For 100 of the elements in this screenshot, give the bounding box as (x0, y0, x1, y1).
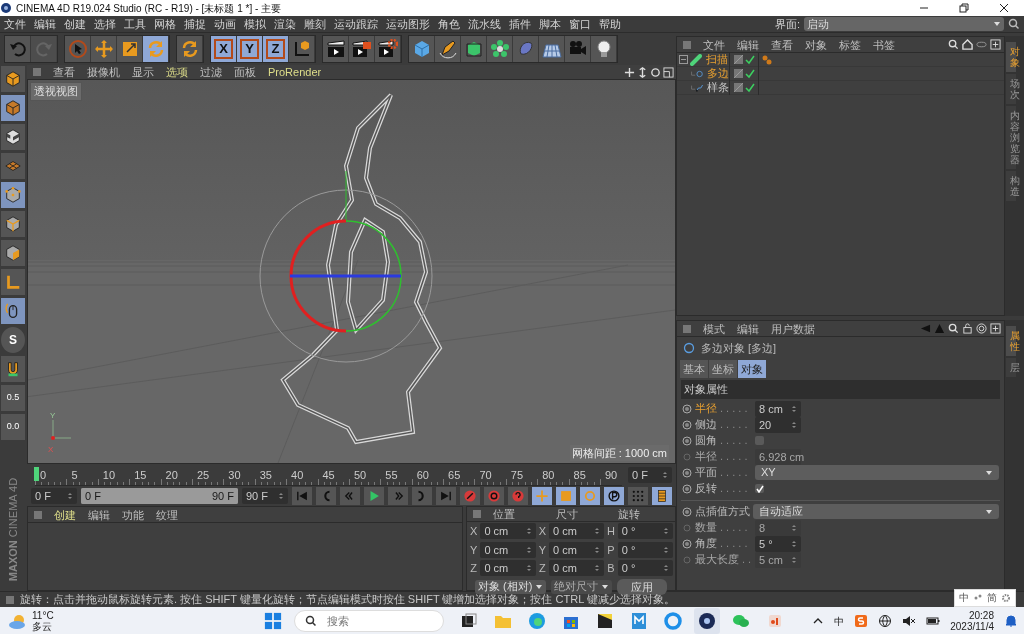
subdivision-button[interactable] (461, 36, 487, 62)
step-forward-button[interactable] (388, 487, 408, 505)
points-button[interactable] (1, 182, 25, 208)
menu-item[interactable]: 网格 (150, 16, 180, 32)
grip-handle-icon[interactable] (473, 510, 481, 518)
orbit-view-icon[interactable] (650, 66, 661, 78)
playhead[interactable] (34, 466, 39, 481)
coordinates-button[interactable] (289, 36, 315, 62)
model-button[interactable] (1, 95, 25, 121)
menu-item[interactable]: 捕捉 (180, 16, 210, 32)
checkbox[interactable] (755, 484, 764, 493)
grip-handle-icon[interactable] (33, 68, 41, 76)
keyframe-radio-icon[interactable] (682, 403, 692, 414)
zoom-view-icon[interactable] (637, 66, 648, 78)
rotate-button[interactable] (143, 36, 169, 62)
target-icon[interactable] (976, 323, 987, 334)
new-panel-icon[interactable] (990, 39, 1001, 50)
menu-item[interactable]: 雕刻 (300, 16, 330, 32)
attribute-menu-item[interactable]: 用户数据 (765, 321, 821, 336)
grip-handle-icon[interactable] (34, 510, 42, 519)
keyframe-radio-icon[interactable] (682, 419, 692, 430)
pen-button[interactable] (435, 36, 461, 62)
object-menu-item[interactable]: 编辑 (731, 37, 765, 52)
search-icon[interactable] (948, 39, 959, 50)
play-button[interactable] (364, 487, 384, 505)
coordinate-field[interactable]: 0 cm (480, 541, 536, 558)
grip-handle-icon[interactable] (683, 324, 691, 333)
viewport-menu-item[interactable]: 摄像机 (81, 65, 126, 79)
menu-item[interactable]: 文件 (0, 16, 30, 32)
viewport-menu-item[interactable]: 面板 (228, 65, 262, 79)
menu-item[interactable]: 选择 (90, 16, 120, 32)
grip-handle-icon[interactable] (6, 595, 14, 604)
object-menu-item[interactable]: 书签 (867, 37, 901, 52)
coordinate-field[interactable]: 0 ° (617, 541, 673, 558)
menu-item[interactable]: 运动跟踪 (330, 16, 382, 32)
skip-end-button[interactable] (436, 487, 456, 505)
collapse-toggle-icon[interactable] (679, 55, 688, 64)
coordinate-field[interactable]: 0 ° (617, 560, 673, 577)
material-menu-item[interactable]: 功能 (116, 507, 150, 522)
viewport-menu-item[interactable]: 显示 (126, 65, 160, 79)
object-menu-item[interactable]: 文件 (697, 37, 731, 52)
autokey-button[interactable] (484, 487, 504, 505)
axis-lock-button[interactable]: Y (237, 36, 263, 62)
clock-time[interactable]: 20:28 (968, 610, 994, 621)
check-icon[interactable] (745, 54, 755, 65)
value-button[interactable]: 0.5 (1, 385, 25, 411)
speaker-muted-icon[interactable] (902, 614, 917, 628)
keyframe-radio-icon[interactable] (682, 483, 692, 494)
coordinate-field[interactable]: 0 ° (617, 523, 673, 540)
grip-handle-icon[interactable] (683, 40, 691, 49)
material-menu-item[interactable]: 编辑 (82, 507, 116, 522)
object-name[interactable]: 多边 (707, 65, 729, 82)
polygons-button[interactable] (1, 240, 25, 266)
start-frame-field[interactable]: 0 F (31, 488, 77, 504)
menu-item[interactable]: 脚本 (535, 16, 565, 32)
light-button[interactable] (591, 36, 617, 62)
home-icon[interactable] (962, 39, 973, 50)
checkbox[interactable] (755, 436, 764, 445)
current-frame-field[interactable]: 0 F (628, 467, 672, 483)
step-back-button[interactable] (340, 487, 360, 505)
parameter-key-button[interactable] (604, 487, 624, 505)
check-icon[interactable] (745, 82, 755, 93)
battery-icon[interactable] (926, 614, 941, 628)
workplane-button[interactable] (1, 153, 25, 179)
menu-item[interactable]: 渲染 (270, 16, 300, 32)
keyframe-radio-icon[interactable] (682, 435, 692, 446)
keyframe-radio-icon[interactable] (682, 467, 692, 478)
number-field[interactable]: 8 cm (755, 400, 801, 417)
viewport-menu-item[interactable]: ProRender (262, 65, 328, 79)
dot-grid-button[interactable] (628, 487, 648, 505)
sogou-s-icon[interactable] (854, 614, 869, 628)
texture-button[interactable] (1, 124, 25, 150)
toggle-view-icon[interactable] (663, 66, 674, 78)
attribute-tab[interactable]: 坐标 (709, 359, 737, 378)
keyframe-radio-icon[interactable] (682, 506, 692, 517)
rotation-gizmo-drawing[interactable] (259, 170, 433, 363)
viewport-menu-item[interactable]: 选项 (160, 65, 194, 79)
clock-date[interactable]: 2023/11/4 (950, 621, 994, 632)
menu-item[interactable]: 动画 (210, 16, 240, 32)
coordinate-field[interactable]: 0 cm (549, 541, 605, 558)
cloner-button[interactable] (487, 36, 513, 62)
menu-item[interactable]: 运动图形 (382, 16, 434, 32)
menu-item[interactable]: 工具 (120, 16, 150, 32)
render-settings-button[interactable] (375, 36, 401, 62)
axis-lock-button[interactable]: X (211, 36, 237, 62)
notification-bell-icon[interactable] (1004, 614, 1018, 628)
snap-button[interactable]: S (1, 327, 25, 353)
object-name[interactable]: 扫描 (706, 51, 728, 68)
lock-icon[interactable] (962, 323, 973, 334)
dropdown[interactable]: XY (755, 465, 999, 480)
axis-button[interactable] (1, 269, 25, 295)
search-bar[interactable]: 搜索 (294, 610, 444, 632)
check-icon[interactable] (745, 68, 755, 79)
render-picture-button[interactable] (349, 36, 375, 62)
viewport-menu-item[interactable]: 过滤 (194, 65, 228, 79)
value-button[interactable]: 0.0 (1, 414, 25, 440)
coordinate-field[interactable]: 0 cm (480, 523, 536, 540)
dropdown[interactable]: 自动适应 (753, 504, 999, 519)
menu-item[interactable]: 角色 (434, 16, 464, 32)
attribute-tab[interactable]: 基本 (680, 359, 708, 378)
